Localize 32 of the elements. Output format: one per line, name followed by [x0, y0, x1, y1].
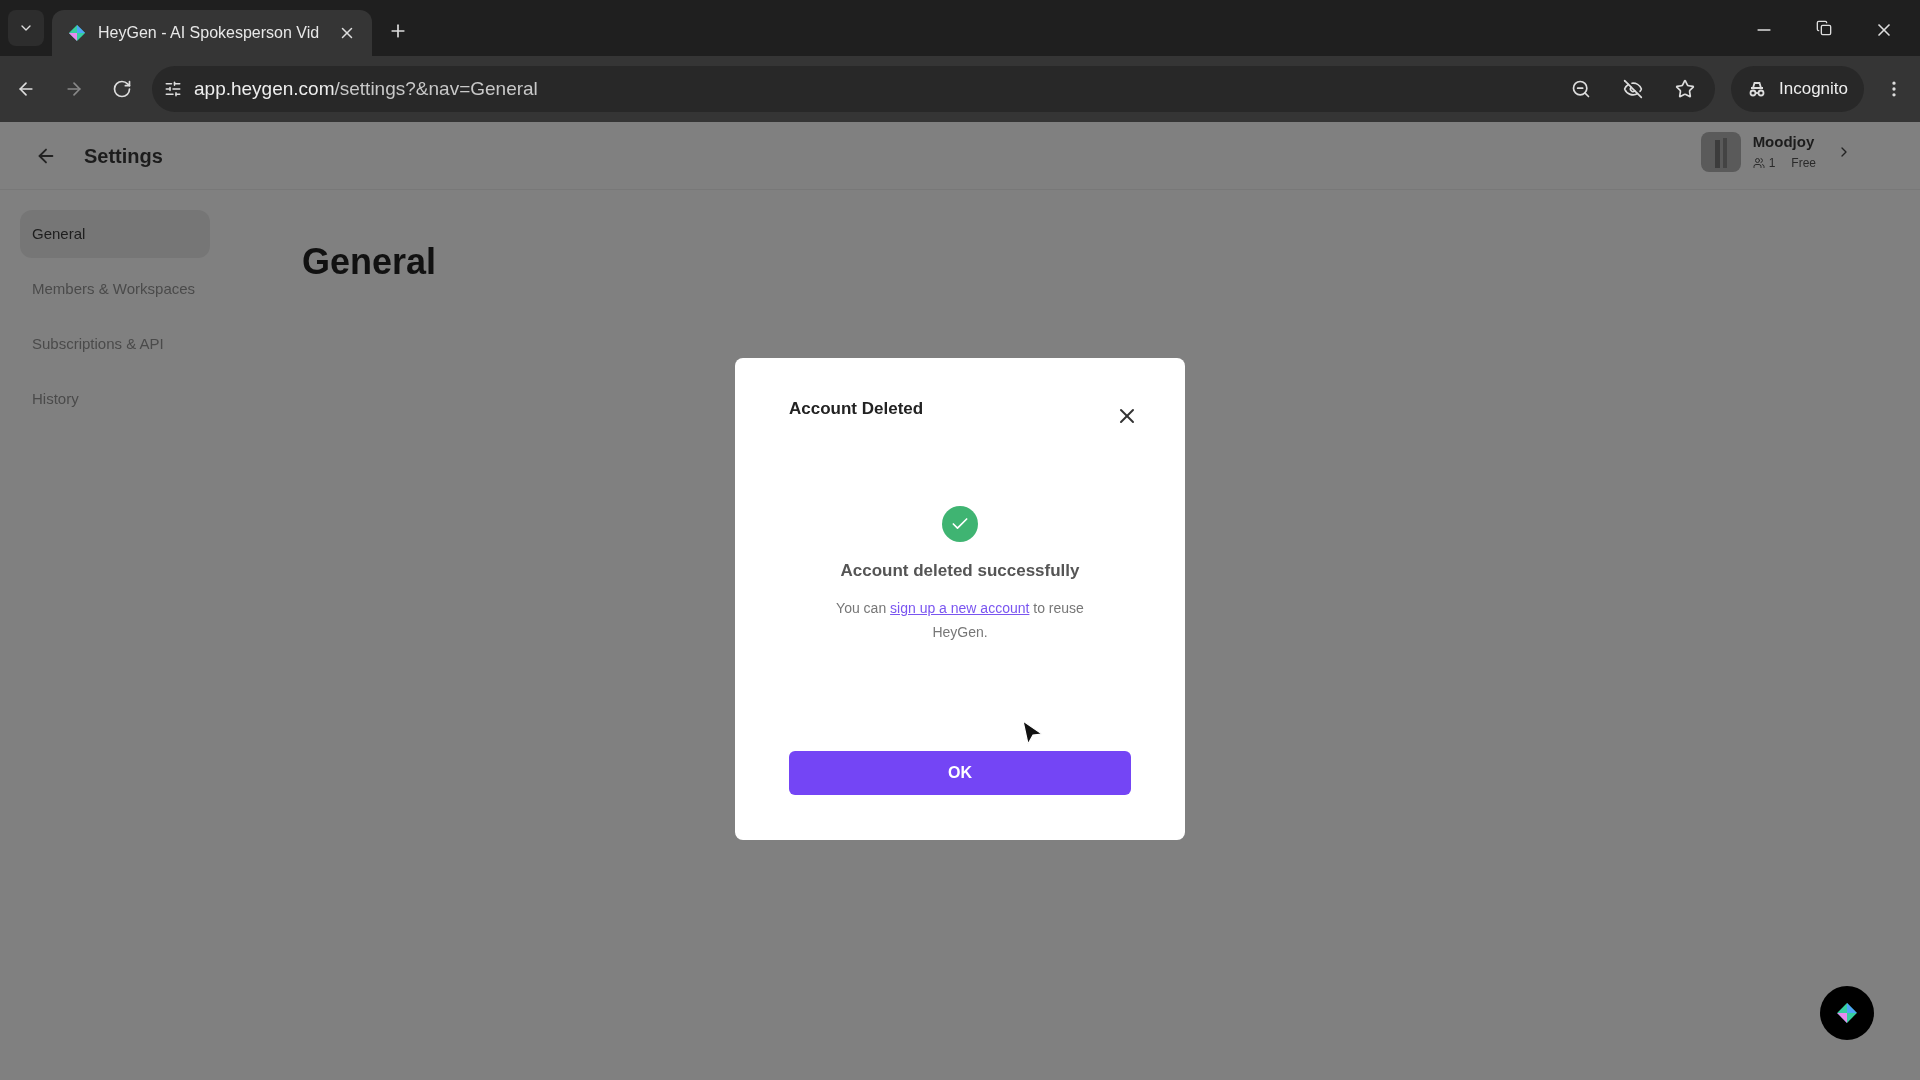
favicon-icon	[68, 24, 86, 42]
site-settings-icon[interactable]	[164, 80, 182, 98]
success-check-icon	[942, 506, 978, 542]
success-message: Account deleted successfully	[840, 560, 1080, 582]
url-text: app.heygen.com/settings?&nav=General	[194, 76, 538, 101]
reload-icon[interactable]	[112, 79, 132, 99]
page-title: Settings	[84, 143, 163, 169]
eye-off-icon[interactable]	[1623, 79, 1643, 99]
account-card[interactable]: Moodjoy 1 Free	[1700, 131, 1852, 172]
tab-title: HeyGen - AI Spokesperson Vid	[98, 23, 321, 43]
mouse-cursor-icon	[1022, 720, 1044, 746]
members-icon	[1752, 156, 1765, 169]
user-name: Moodjoy	[1752, 132, 1816, 153]
help-chat-button[interactable]	[1820, 986, 1874, 1040]
zoom-icon[interactable]	[1571, 79, 1591, 99]
ok-button[interactable]: OK	[789, 751, 1131, 795]
browser-tab[interactable]: HeyGen - AI Spokesperson Vid	[52, 10, 372, 56]
avatar-icon	[1700, 131, 1741, 172]
dialog-description: You can sign up a new account to reuse HeyGen.	[835, 598, 1085, 642]
address-bar[interactable]: app.heygen.com/settings?&nav=General	[152, 66, 1715, 112]
logo-icon	[1836, 1002, 1858, 1024]
incognito-badge[interactable]: Incognito	[1731, 66, 1864, 112]
sign-up-link[interactable]: sign up a new account	[890, 599, 1030, 616]
plan-label: Free	[1791, 154, 1816, 172]
sidebar-item[interactable]: General	[20, 210, 210, 258]
section-heading: General	[302, 240, 438, 284]
bookmark-star-icon[interactable]	[1675, 79, 1695, 99]
member-count: 1	[1768, 154, 1776, 172]
restore-icon[interactable]	[1816, 20, 1832, 36]
tab-list-button[interactable]	[8, 10, 44, 46]
incognito-icon	[1747, 79, 1767, 99]
dialog-title: Account Deleted	[789, 398, 924, 420]
